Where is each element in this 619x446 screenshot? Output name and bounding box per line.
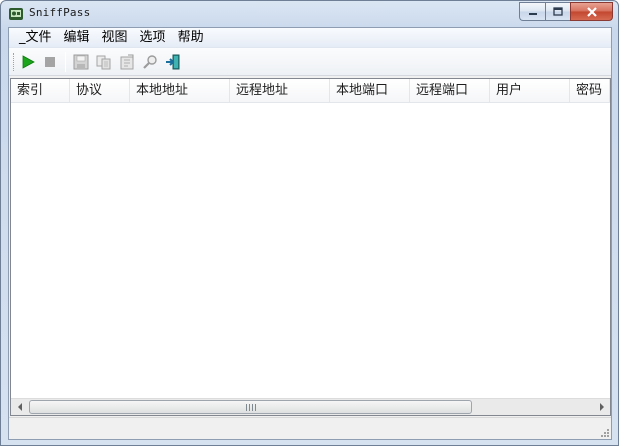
column-header-remote-port[interactable]: 远程端口: [410, 79, 490, 103]
toolbar: [9, 48, 611, 76]
scroll-right-button[interactable]: [593, 399, 610, 415]
stop-capture-icon: [45, 57, 55, 67]
exit-button[interactable]: [163, 52, 183, 72]
find-icon: [143, 55, 157, 69]
menu-file[interactable]: _文件: [13, 28, 58, 48]
properties-icon: [120, 54, 134, 70]
column-header-index[interactable]: 索引: [11, 79, 70, 103]
close-icon: [586, 6, 597, 17]
app-window: SniffPass _文件 编辑 视图 选项 帮助 索引 协议 本地地址 远程地…: [0, 0, 619, 446]
column-header-user[interactable]: 用户: [490, 79, 570, 103]
arrow-left-icon: [17, 403, 22, 411]
minimize-button[interactable]: [519, 2, 545, 21]
resize-grip-icon[interactable]: [599, 427, 609, 437]
column-header-password[interactable]: 密码: [570, 79, 610, 103]
caption-buttons: [519, 2, 613, 21]
menu-help[interactable]: 帮助: [172, 28, 210, 48]
save-button[interactable]: [71, 52, 91, 72]
thumb-grip: [245, 403, 256, 411]
menu-options[interactable]: 选项: [134, 28, 172, 48]
start-capture-icon: [22, 55, 35, 69]
minimize-icon: [528, 12, 537, 15]
results-list[interactable]: 索引 协议 本地地址 远程地址 本地端口 远程端口 用户 密码: [10, 78, 611, 416]
scrollbar-thumb[interactable]: [29, 400, 472, 414]
arrow-right-icon: [599, 403, 604, 411]
title-bar[interactable]: SniffPass: [1, 1, 618, 27]
window-title: SniffPass: [29, 6, 91, 19]
copy-icon: [96, 55, 111, 70]
find-button[interactable]: [140, 52, 160, 72]
toolbar-separator: [65, 52, 66, 72]
maximize-icon: [553, 7, 563, 16]
app-icon: [9, 8, 23, 20]
maximize-button[interactable]: [545, 2, 570, 21]
exit-icon: [166, 54, 180, 70]
status-bar: [9, 417, 611, 439]
properties-button[interactable]: [117, 52, 137, 72]
column-header-local-address[interactable]: 本地地址: [130, 79, 230, 103]
column-header-remote-address[interactable]: 远程地址: [230, 79, 330, 103]
menu-bar: _文件 编辑 视图 选项 帮助: [9, 28, 611, 48]
column-header-local-port[interactable]: 本地端口: [330, 79, 410, 103]
scroll-left-button[interactable]: [11, 399, 28, 415]
copy-button[interactable]: [94, 52, 114, 72]
save-icon: [73, 54, 89, 70]
toolbar-grip[interactable]: [13, 53, 15, 71]
client-area: _文件 编辑 视图 选项 帮助 索引 协议 本地地址 远程地址 本地端口 远程端…: [8, 27, 612, 440]
start-capture-button[interactable]: [18, 52, 38, 72]
menu-view[interactable]: 视图: [96, 28, 134, 48]
list-header: 索引 协议 本地地址 远程地址 本地端口 远程端口 用户 密码: [11, 79, 610, 103]
stop-capture-button[interactable]: [40, 52, 60, 72]
horizontal-scrollbar[interactable]: [11, 398, 610, 415]
close-button[interactable]: [570, 2, 613, 21]
column-header-protocol[interactable]: 协议: [70, 79, 130, 103]
menu-edit[interactable]: 编辑: [58, 28, 96, 48]
